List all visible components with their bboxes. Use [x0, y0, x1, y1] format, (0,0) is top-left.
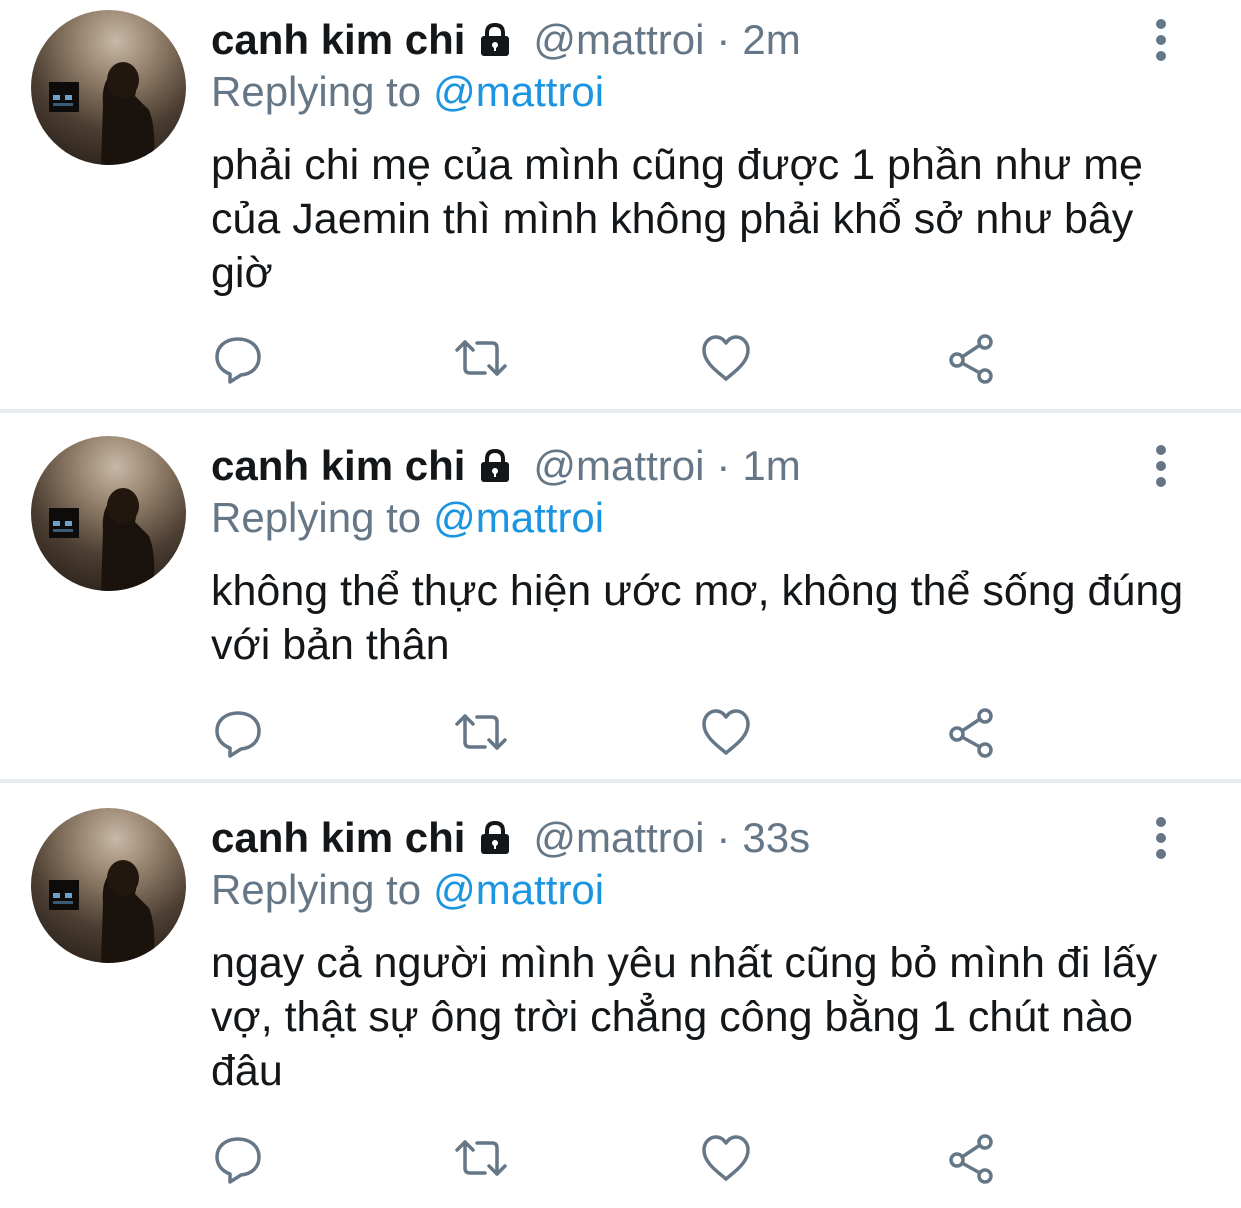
retweet-icon[interactable]: [453, 704, 509, 760]
retweet-icon[interactable]: [453, 330, 509, 386]
avatar[interactable]: [31, 10, 186, 165]
tweet-header: canh kim chi @mattroi · 33s: [211, 812, 810, 864]
tweet-header: canh kim chi @mattroi · 1m: [211, 440, 801, 492]
tweet-text: ngay cả người mình yêu nhất cũng bỏ mình…: [211, 939, 1158, 1095]
replying-to: Replying to @mattroi: [211, 494, 604, 542]
tweet-text: phải chi mẹ của mình cũng được 1 phần nh…: [211, 141, 1143, 297]
handle[interactable]: @mattroi: [533, 814, 704, 862]
replying-mention[interactable]: @mattroi: [433, 68, 604, 115]
like-icon[interactable]: [698, 704, 754, 760]
divider: [0, 409, 1241, 413]
display-name[interactable]: canh kim chi: [211, 16, 465, 64]
avatar[interactable]: [31, 808, 186, 963]
tweet-header: canh kim chi @mattroi · 2m: [211, 14, 801, 66]
avatar[interactable]: [31, 436, 186, 591]
divider: [0, 779, 1241, 783]
action-bar: [0, 1130, 1241, 1190]
replying-label: Replying to: [211, 494, 422, 541]
replying-to: Replying to @mattroi: [211, 68, 604, 116]
timestamp[interactable]: 2m: [742, 16, 800, 64]
replying-mention[interactable]: @mattroi: [433, 866, 604, 913]
like-icon[interactable]: [698, 1130, 754, 1186]
tweet[interactable]: canh kim chi @mattroi · 33s Replying to @…: [0, 784, 1241, 1208]
separator: ·: [716, 814, 731, 861]
tweet[interactable]: canh kim chi @mattroi · 2m Replying to @m…: [0, 0, 1241, 410]
timestamp[interactable]: 1m: [742, 442, 800, 490]
retweet-icon[interactable]: [453, 1130, 509, 1186]
reply-icon[interactable]: [210, 330, 266, 386]
tweet[interactable]: canh kim chi @mattroi · 1m Replying to @m…: [0, 414, 1241, 780]
replying-mention[interactable]: @mattroi: [433, 494, 604, 541]
action-bar: [0, 704, 1241, 764]
replying-label: Replying to: [211, 866, 422, 913]
replying-to: Replying to @mattroi: [211, 866, 604, 914]
tweet-text: không thể thực hiện ước mơ, không thể số…: [211, 567, 1184, 669]
separator: ·: [716, 442, 731, 489]
replying-label: Replying to: [211, 68, 422, 115]
lock-icon: [475, 20, 515, 60]
share-icon[interactable]: [943, 1130, 999, 1186]
share-icon[interactable]: [943, 704, 999, 760]
handle[interactable]: @mattroi: [533, 442, 704, 490]
separator: ·: [716, 16, 731, 63]
like-icon[interactable]: [698, 330, 754, 386]
more-vertical-icon[interactable]: [1148, 816, 1174, 860]
handle[interactable]: @mattroi: [533, 16, 704, 64]
reply-icon[interactable]: [210, 1130, 266, 1186]
timestamp[interactable]: 33s: [742, 814, 810, 862]
display-name[interactable]: canh kim chi: [211, 814, 465, 862]
action-bar: [0, 330, 1241, 390]
share-icon[interactable]: [943, 330, 999, 386]
display-name[interactable]: canh kim chi: [211, 442, 465, 490]
more-vertical-icon[interactable]: [1148, 444, 1174, 488]
lock-icon: [475, 818, 515, 858]
tweet-feed: canh kim chi @mattroi · 2m Replying to @m…: [0, 0, 1241, 1208]
lock-icon: [475, 446, 515, 486]
more-vertical-icon[interactable]: [1148, 18, 1174, 62]
reply-icon[interactable]: [210, 704, 266, 760]
